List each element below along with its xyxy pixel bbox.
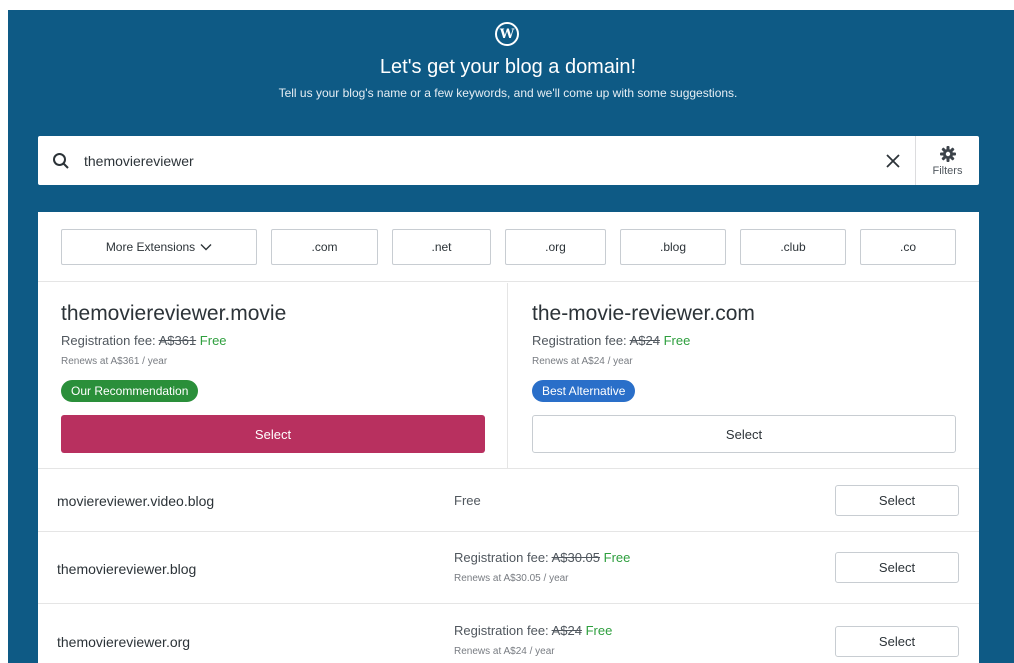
filters-button[interactable]: Filters	[915, 136, 979, 185]
page-subtitle: Tell us your blog's name or a few keywor…	[278, 86, 738, 100]
wordpress-logo-icon: W	[495, 22, 519, 46]
featured-domain-name: the-movie-reviewer.com	[532, 302, 755, 325]
result-domain-name: themoviereviewer.org	[57, 634, 191, 650]
filters-label: Filters	[932, 164, 963, 177]
renewal-price: Renews at A$361 / year	[61, 356, 168, 367]
registration-fee: Registration fee: A$24 Free	[454, 623, 612, 638]
result-domain-name: themoviereviewer.blog	[57, 561, 197, 577]
renewal-price: Renews at A$24 / year	[532, 356, 633, 367]
domain-result-row: themoviereviewer.blog Registration fee: …	[38, 531, 979, 603]
search-icon	[38, 152, 84, 170]
extension-filter-row: More Extensions .com .net .org .blog .cl…	[38, 212, 979, 282]
select-domain-button[interactable]: Select	[835, 626, 959, 657]
current-price: Free	[603, 550, 631, 565]
featured-domain-alternative: the-movie-reviewer.com Registration fee:…	[509, 283, 979, 468]
original-price: A$24	[551, 623, 582, 638]
registration-fee: Registration fee: A$24 Free	[532, 333, 690, 348]
extension-blog-button[interactable]: .blog	[620, 229, 726, 265]
original-price: A$30.05	[551, 550, 601, 565]
extension-net-button[interactable]: .net	[392, 229, 491, 265]
select-domain-button[interactable]: Select	[835, 485, 959, 516]
extension-com-button[interactable]: .com	[271, 229, 378, 265]
extension-club-button[interactable]: .club	[740, 229, 846, 265]
alternative-badge: Best Alternative	[532, 380, 636, 402]
clear-search-button[interactable]	[871, 136, 915, 185]
result-domain-name: moviereviewer.video.blog	[57, 493, 215, 509]
fee-label: Registration fee:	[454, 550, 549, 565]
fee-label: Registration fee:	[61, 333, 156, 348]
fee-label: Registration fee:	[454, 623, 549, 638]
current-price: Free	[199, 333, 227, 348]
original-price: A$24	[629, 333, 660, 348]
more-extensions-button[interactable]: More Extensions	[61, 229, 257, 265]
gear-icon	[939, 145, 956, 162]
current-price: Free	[585, 623, 613, 638]
select-recommended-button[interactable]: Select	[61, 415, 485, 453]
chevron-down-icon	[200, 244, 212, 251]
select-domain-button[interactable]: Select	[835, 552, 959, 583]
current-price: Free	[454, 493, 481, 508]
domain-result-row: themoviereviewer.org Registration fee: A…	[38, 603, 979, 663]
renewal-price: Renews at A$24 / year	[454, 646, 555, 657]
extension-org-button[interactable]: .org	[505, 229, 606, 265]
search-input[interactable]: themoviereviewer	[84, 153, 871, 169]
domain-results-panel: More Extensions .com .net .org .blog .cl…	[38, 212, 979, 663]
original-price: A$361	[158, 333, 197, 348]
registration-fee: Registration fee: A$30.05 Free	[454, 550, 630, 565]
domain-search-bar: themoviereviewer Filters	[38, 136, 979, 185]
fee-label: Registration fee:	[532, 333, 627, 348]
domain-search-screen: W Let's get your blog a domain! Tell us …	[8, 10, 1014, 663]
page-title: Let's get your blog a domain!	[379, 56, 637, 78]
recommendation-badge: Our Recommendation	[61, 380, 199, 402]
domain-result-row: moviereviewer.video.blog Free Select	[38, 468, 979, 531]
registration-fee: Registration fee: A$361 Free	[61, 333, 227, 348]
featured-domain-recommended: themoviereviewer.movie Registration fee:…	[38, 283, 508, 468]
renewal-price: Renews at A$30.05 / year	[454, 573, 569, 584]
select-alternative-button[interactable]: Select	[532, 415, 956, 453]
close-icon	[886, 153, 900, 168]
extension-co-button[interactable]: .co	[860, 229, 956, 265]
current-price: Free	[663, 333, 691, 348]
more-extensions-label: More Extensions	[105, 240, 196, 254]
featured-domain-name: themoviereviewer.movie	[61, 302, 287, 325]
